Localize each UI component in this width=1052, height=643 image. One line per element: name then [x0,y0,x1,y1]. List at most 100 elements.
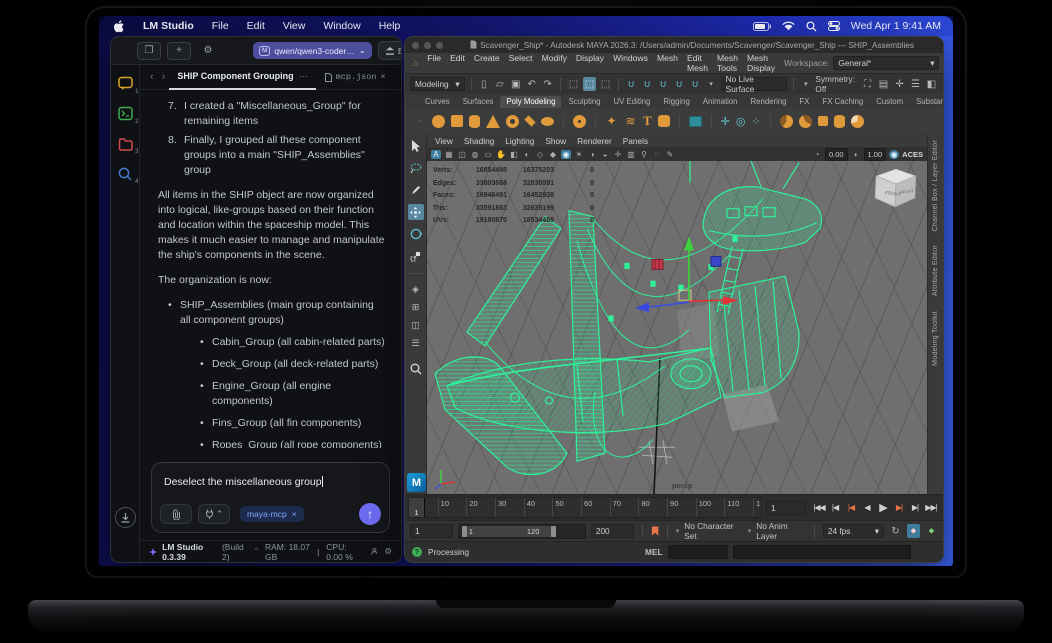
wifi-icon[interactable] [782,21,795,31]
timeline-ruler[interactable]: 0102030405060708090100110 1 1 [408,497,762,518]
snap-point-icon[interactable]: ∪ [657,77,670,91]
next-frame-button[interactable]: ▶| [892,501,906,515]
shaded-icon[interactable]: ◆ [548,150,558,159]
shelf-tab[interactable]: Surfaces [457,96,500,108]
poly-sphere-icon[interactable] [432,114,445,128]
shelf-tab[interactable]: Rigging [657,96,695,108]
mcp-tool-pill[interactable]: maya-mcp × [240,506,304,522]
prev-frame-button[interactable]: |◀ [844,501,858,515]
menu-app-name[interactable]: LM Studio [134,20,203,32]
layout-two-pane-icon[interactable]: ◫ [408,319,424,331]
mel-label[interactable]: MEL [645,547,663,557]
chat-input[interactable]: Deselect the miscellaneous group [164,476,322,488]
save-scene-icon[interactable]: ▣ [509,77,522,91]
render-settings-icon[interactable]: ⛶ [861,77,874,91]
range-start-handle[interactable] [461,525,467,537]
send-button[interactable]: ↑ [359,503,381,525]
shelf-tab[interactable]: Custom [870,96,909,108]
select-camera-icon[interactable]: A [431,149,441,159]
play-backwards-button[interactable]: ◀ [860,501,874,515]
type-tool-icon[interactable]: T [643,113,652,129]
nav-back-icon[interactable]: ‹ [146,71,158,83]
separate-icon[interactable] [833,114,845,128]
camera-attrs-icon[interactable]: ◫ [457,150,467,159]
settings-gear-icon[interactable]: ⚙ [197,43,219,59]
shelf-tab[interactable]: FX [794,96,816,108]
sidebar-tab[interactable]: Attribute Editor [932,245,939,296]
poly-plane-icon[interactable] [524,115,536,127]
anim-end-field[interactable]: 200 [590,524,634,538]
lighting-icon[interactable]: ☀ [574,150,584,159]
redo-icon[interactable]: ↷ [541,77,554,91]
shelf-tab[interactable]: Rendering [745,96,793,108]
joints-icon[interactable]: ⚲ [639,150,649,159]
menu-item[interactable]: Modify [542,53,567,73]
menu-item[interactable]: Create [474,53,500,73]
symmetry-label[interactable]: Symmetry: Off [815,74,855,94]
snap-surface-icon[interactable]: ∪ [689,77,702,91]
select-object-icon[interactable]: ⬚ [582,77,596,91]
bookmark-icon[interactable]: ◍ [470,150,480,159]
menu-item[interactable]: Mesh [657,53,678,73]
control-center-icon[interactable] [827,21,840,31]
isolate-icon[interactable]: ◐ [522,150,532,159]
lock-camera-icon[interactable]: ▦ [444,150,454,159]
motion-blur-icon[interactable]: ✛ [613,150,623,159]
shelf-tab[interactable]: Animation [697,96,744,108]
range-slider[interactable]: 1 120 [457,523,586,539]
fps-selector[interactable]: 24 fps ▾ [822,524,884,538]
shelf-tab[interactable]: Poly Modeling [500,96,562,108]
rail-developer-icon[interactable]: 2 [117,105,139,125]
construction-plane-icon[interactable]: ✛ [721,115,730,128]
curve-warp-icon[interactable]: ≋ [624,114,637,128]
attribute-spreadsheet-icon[interactable]: ☰ [909,77,922,91]
model-selector[interactable]: M qwen/qwen3-coder… ⌄ [253,42,372,59]
combine-icon[interactable] [817,116,828,126]
zoom-button[interactable] [436,41,443,49]
lock-icon[interactable] [943,58,944,68]
sidebar-tab[interactable]: Channel Box / Layer Editor [932,140,939,231]
tab-ship-component-grouping[interactable]: SHIP Component Grouping ··· [169,64,316,90]
menu-item[interactable]: Windows [613,53,648,73]
xray-icon[interactable]: ▥ [626,150,636,159]
chevron-down-icon[interactable]: ▾ [705,77,718,91]
eject-model-button[interactable]: Eject [377,41,401,60]
snap-grid-icon[interactable]: ∪ [625,77,638,91]
grease-icon[interactable]: ✎ [665,150,675,159]
anim-prefs-icon[interactable]: ⬥ [925,524,938,538]
2d-pan-zoom-icon[interactable]: ✋ [496,150,506,159]
platonic-solid-icon[interactable] [573,114,586,128]
auto-key-icon[interactable]: ⬥ [906,524,920,538]
panel-menu-item[interactable]: Lighting [505,136,534,146]
chevron-up-icon[interactable]: ⌃ [253,546,260,557]
next-key-button[interactable]: ▶| [908,501,922,515]
zoom-tool-icon[interactable] [408,361,424,377]
scale-tool-icon[interactable] [408,248,424,264]
exposure-icon[interactable]: ◔ [812,150,822,159]
anim-layer-selector[interactable]: No Anim Layer [756,521,806,541]
shadows-icon[interactable]: ◑ [587,150,597,159]
script-output-field[interactable] [732,545,911,559]
downloads-button[interactable] [114,507,136,528]
mel-input[interactable] [667,545,728,559]
shelf-tab[interactable]: Sculpting [562,96,606,108]
boolean-difference-icon[interactable] [796,112,815,130]
workspace-selector[interactable]: General* ▾ [833,56,940,70]
view-cube[interactable]: FRONT RIGHT [873,167,919,211]
locator-icon[interactable]: ◎ [736,115,746,128]
bookmark-icon[interactable] [651,525,659,537]
tools-plug-button[interactable]: ⌃ [198,504,230,524]
poly-disc-icon[interactable] [541,116,554,126]
poly-cone-icon[interactable] [486,114,500,128]
panel-menu-item[interactable]: View [435,136,453,146]
shelf-options-icon[interactable]: ◦ [413,114,426,128]
ao-icon[interactable]: ◒ [600,150,610,159]
plugin-icon[interactable]: ◌ [652,150,662,159]
app-version[interactable]: LM Studio 0.3.39 [162,542,217,562]
chevron-down-icon[interactable]: ▾ [799,77,812,91]
measure-icon[interactable]: ⁘ [752,115,761,128]
menu-clock[interactable]: Wed Apr 1 9:41 AM [851,20,941,32]
anim-start-field[interactable]: 1 [410,524,453,538]
snap-curve-icon[interactable]: ∪ [641,77,654,91]
home-icon[interactable]: ⌂ [413,58,418,68]
